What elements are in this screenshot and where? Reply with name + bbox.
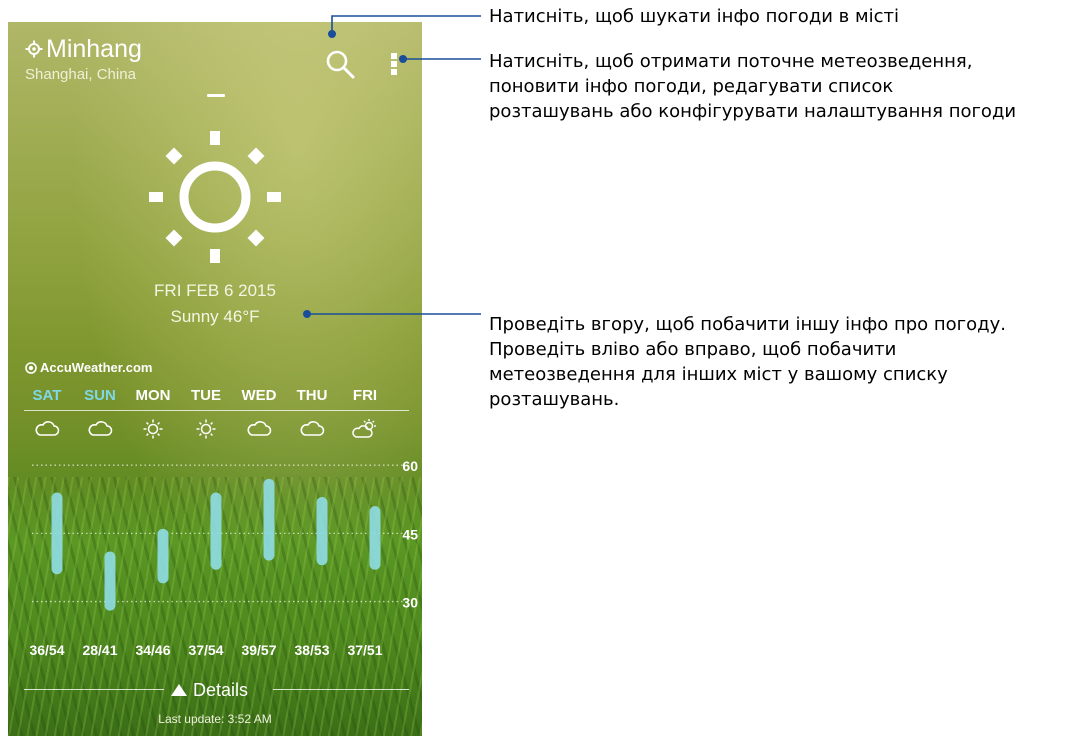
temp-range: 37/51 (347, 642, 383, 658)
location-pin-icon (25, 40, 43, 58)
menu-dot (391, 61, 397, 67)
day-label: WED (241, 387, 277, 404)
cloudy-icon (35, 421, 60, 436)
provider-name: AccuWeather.com (40, 360, 153, 375)
temp-range-bar (210, 492, 222, 570)
callout-swipe-text: Проведіть вгору, щоб побачити іншу інфо … (489, 312, 1006, 412)
region-name: Shanghai, China (25, 66, 136, 83)
day-label: SAT (32, 387, 62, 404)
sunny-icon (143, 419, 163, 439)
callout-line: Проведіть вгору, щоб побачити іншу інфо … (489, 314, 1006, 335)
temp-range: 28/41 (82, 642, 118, 658)
forecast-days: SAT SUN MON TUE WED THU FRI (24, 387, 405, 411)
y-tick-label: 30 (402, 595, 418, 611)
current-date: FRI FEB 6 2015 (154, 281, 276, 300)
day-label: FRI (352, 387, 378, 404)
callout-line: метеозведення для інших міст у вашому сп… (489, 364, 948, 385)
sunny-icon (196, 419, 216, 439)
cloudy-icon (247, 421, 272, 436)
triangle-up-icon (171, 684, 187, 696)
callout-line: розташувань. (489, 389, 620, 410)
temp-range-bar (104, 551, 116, 611)
forecast-temps: 36/54 28/41 34/46 37/54 39/57 38/53 37/5… (24, 642, 405, 664)
last-update: Last update: 3:52 AM (158, 712, 272, 726)
location-header: Minhang (25, 35, 142, 63)
temp-range-bar (316, 497, 328, 566)
temp-range-bar (157, 528, 169, 584)
cloudy-icon (88, 421, 113, 436)
weather-app-screen[interactable]: Minhang Shanghai, China FRI FEB 6 2015 S… (8, 22, 422, 736)
search-icon[interactable] (324, 48, 356, 80)
menu-dot (391, 53, 397, 59)
divider (273, 689, 409, 690)
day-label: THU (296, 387, 328, 404)
details-label: Details (193, 679, 249, 700)
forecast-icons (24, 419, 405, 445)
temp-range: 39/57 (241, 642, 277, 658)
current-condition: Sunny 46°F (170, 307, 260, 326)
callout-menu-text: Натисніть, щоб отримати поточне метеозве… (489, 49, 1016, 124)
partly-cloudy-icon (352, 419, 376, 438)
day-label: TUE (191, 387, 221, 404)
accuweather-logo-icon (25, 361, 37, 374)
temp-range: 37/54 (188, 642, 224, 658)
city-name: Minhang (46, 35, 142, 63)
day-label: SUN (84, 387, 116, 404)
callout-line: Проведіть вліво або вправо, щоб побачити (489, 339, 897, 360)
weather-ui: Minhang Shanghai, China FRI FEB 6 2015 S… (8, 22, 422, 736)
more-vert-icon[interactable] (388, 50, 400, 78)
details-row: Details (24, 678, 409, 702)
temp-range-bar (369, 506, 381, 570)
callout-line: розташувань або конфігурувати налаштуван… (489, 101, 1017, 122)
callout-line: Натисніть, щоб отримати поточне метеозве… (489, 51, 973, 72)
temp-range: 36/54 (29, 642, 65, 658)
cloudy-icon (300, 421, 325, 436)
callout-line: поновити інфо погоди, редагувати список (489, 76, 894, 97)
details-button[interactable]: Details (170, 678, 248, 702)
sunny-icon (149, 131, 281, 263)
provider-link[interactable]: AccuWeather.com (25, 360, 152, 375)
menu-dot (391, 69, 397, 75)
temp-range: 34/46 (135, 642, 171, 658)
y-tick-label: 60 (402, 458, 418, 474)
temp-range-bar (51, 492, 63, 575)
temp-range: 38/53 (294, 642, 330, 658)
page-indicator (207, 94, 225, 97)
temperature-range-chart: 60 45 30 (32, 458, 418, 611)
divider (24, 689, 164, 690)
callout-search-text: Натисніть, щоб шукати інфо погоди в міст… (489, 6, 899, 27)
divider (24, 410, 409, 411)
day-label: MON (135, 387, 171, 404)
y-tick-label: 45 (402, 526, 418, 542)
temp-range-bar (263, 478, 275, 561)
